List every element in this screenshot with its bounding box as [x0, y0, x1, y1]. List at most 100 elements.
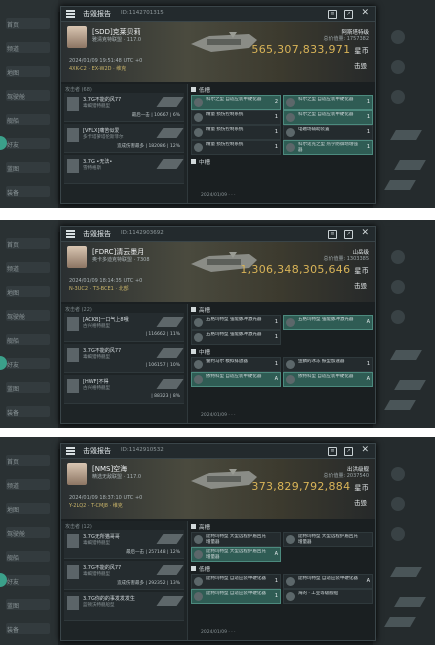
background-right-panel	[373, 0, 435, 208]
close-icon[interactable]: ✕	[361, 228, 369, 238]
attacker-row[interactable]: [VFLX]痛苦似爱 多卡塔萝塔伦斯菲尔 造成伤害最多 | 182086 | 12%	[64, 124, 184, 153]
background-right-panel	[373, 220, 435, 428]
background-round-icon[interactable]	[391, 60, 405, 74]
attacker-corp: 蓝顿沃特舰船型	[83, 603, 115, 608]
fitting-item[interactable]: 科尔之型 自适应装甲硬化器 2	[191, 95, 281, 110]
background-ship-icon	[384, 400, 416, 410]
background-sidebar-label: 蓝图	[7, 386, 20, 393]
module-icon	[194, 333, 203, 342]
background-round-icon[interactable]	[391, 280, 405, 294]
panel-footer: 2024/01/09 · · ·	[201, 630, 236, 635]
background-sidebar-label: 频道	[7, 483, 20, 490]
attacker-row[interactable]: 3.7G你的的事发发发生 蓝顿沃特舰船型	[64, 592, 184, 621]
module-icon	[194, 143, 203, 152]
module-name: 五格玛特型 强能脉冲激光器	[298, 317, 354, 322]
module-name: 庞特玛特型 大型远程护盾回充增量器	[298, 534, 358, 545]
attacker-row[interactable]: [ACKB]一口气上8哦 古兴格特舰型 | 116662 | 11%	[64, 313, 184, 342]
kill-report-panel: 击毁报告 ID:1142903692 ≡ ↗ ✕ [FDRC]清云墨月 奥卡多迪克特联盟 ·…	[60, 226, 376, 424]
module-mark: A	[366, 376, 370, 382]
attacker-name: 3.7G不能的风77	[83, 565, 122, 571]
fitting-item[interactable]: 庞特玛特型 大型远程护盾回充增量器	[283, 532, 373, 547]
background-round-icon[interactable]	[391, 250, 405, 264]
fitting-item[interactable]: 庞特玛特型 自适应装甲硬化器 A	[283, 574, 373, 589]
screenshot-1: 30首页频道地图驾驶舱舰船好友蓝图装备击毁报告ID:1142701315≡↗✕[…	[0, 0, 435, 208]
attacker-row[interactable]: 3.7G不能的风77 毒蝎猎特舰型 造成伤害最多 | 292352 | 13%	[64, 561, 184, 590]
report-id: ID:1142903692	[121, 230, 164, 236]
kill-location[interactable]: 4XK-C2 · EX-W2D · 维克	[69, 65, 126, 72]
share-icon[interactable]: ≡	[328, 10, 337, 19]
victim-avatar[interactable]	[67, 463, 87, 485]
background-round-icon[interactable]	[391, 527, 405, 541]
victim-banner: [NMS]空海 精选无敌联盟 · 117.0 2024/01/09 18:37:10…	[61, 459, 375, 519]
menu-icon[interactable]	[66, 230, 75, 238]
fitting-item[interactable]: 鱼鳞的冰冻 振型加速器 1	[283, 357, 373, 372]
background-round-icon[interactable]	[391, 497, 405, 511]
fitting-item[interactable]: 庞特玛特型 大型远程护盾回充增量器	[191, 532, 281, 547]
attacker-row[interactable]: 3.7G不能的风77 毒蝎猎特舰型 最后一击 | 10667 | 6%	[64, 93, 184, 122]
export-icon[interactable]: ↗	[344, 447, 353, 456]
attacker-row[interactable]: [HWF]不得 古兴格特舰型 | 88323 | 8%	[64, 375, 184, 404]
attacker-name: 3.7G你的的事发发发生	[83, 596, 135, 602]
close-icon[interactable]: ✕	[361, 8, 369, 18]
background-sidebar-label: 蓝图	[7, 166, 20, 173]
background-round-icon[interactable]	[391, 30, 405, 44]
background-round-icon[interactable]	[391, 90, 405, 104]
fitting-item[interactable]: 精量 损伤控制系统 1	[191, 110, 281, 125]
export-icon[interactable]: ↗	[344, 230, 353, 239]
victim-corp: 雅清克特联盟 · 117.0	[92, 37, 142, 43]
slot-icon	[191, 159, 196, 164]
attacker-row[interactable]: 3.7G不能的风77 毒蝎猎特舰型 | 106157 | 10%	[64, 344, 184, 373]
menu-icon[interactable]	[66, 10, 75, 18]
module-icon	[286, 128, 295, 137]
fitting-item[interactable]: 五格玛特型 强能脉冲激光器 1	[191, 315, 281, 330]
menu-icon[interactable]	[66, 447, 75, 455]
fitting-item[interactable]: 科尔诺克之型 热学防御场增强器 1	[283, 140, 373, 155]
fitting-item[interactable]: 科尔之型 自适应装甲硬化器 1	[283, 110, 373, 125]
export-icon[interactable]: ↗	[344, 10, 353, 19]
background-sidebar-label: 频道	[7, 266, 20, 273]
victim-avatar[interactable]	[67, 246, 87, 268]
module-icon	[194, 98, 203, 107]
background-sidebar-label: 好友	[7, 362, 20, 369]
background-sidebar: 首页 频道 地图 驾驶舱 舰船 好友 蓝图 装备	[0, 437, 58, 645]
fitting-item[interactable]: 依特科型 自适应装甲硬化器 A	[283, 372, 373, 387]
fitting-item[interactable]: 电磁场辅助装置 1	[283, 125, 373, 140]
attacker-name: 3.7G无所猫哥哥	[83, 534, 120, 540]
module-name: 依特科型 自适应装甲硬化器	[298, 374, 354, 379]
background-right-panel	[373, 437, 435, 645]
slot-section-label: 低槽	[191, 86, 210, 94]
fitting-item[interactable]: 誓约马尔 模拟排放器 1	[191, 357, 281, 372]
ship-image	[189, 30, 259, 56]
module-mark: 1	[274, 129, 278, 135]
attacker-row[interactable]: 3.7G无所猫哥哥 毒蝎猎特舰型 最后一击 | 257148 | 12%	[64, 530, 184, 559]
share-icon[interactable]: ≡	[328, 230, 337, 239]
attacker-row[interactable]: 3.7G •无法• 雪特格斯	[64, 155, 184, 184]
kill-location[interactable]: N-3UC2 · T3-BCE1 · 北部	[69, 285, 129, 292]
fitting-item[interactable]: 五格玛特型 强能脉冲激光器 A	[283, 315, 373, 330]
module-icon	[286, 143, 295, 152]
isk-value: 1,306,348,305,646 星币	[240, 263, 369, 276]
fitting-item[interactable]: 精量 损伤控制系统 1	[191, 140, 281, 155]
fitting-item[interactable]: 五格玛特型 强能脉冲激光器 1	[191, 330, 281, 345]
kill-location[interactable]: Y-2LQ2 · T-CMJ8 · 维克	[69, 502, 123, 509]
close-icon[interactable]: ✕	[361, 445, 369, 455]
fitting-item[interactable]: 依特科型 自适应装甲硬化器 A	[191, 372, 281, 387]
fitting-item[interactable]: 精量 损伤控制系统 1	[191, 125, 281, 140]
victim-avatar[interactable]	[67, 26, 87, 48]
victim-banner: [FDRC]清云墨月 奥卡多迪克特联盟 · 7308 2024/01/09 18:1…	[61, 242, 375, 302]
fitting-item[interactable]: 海的 · 工业等级舰船	[283, 589, 373, 604]
background-round-icon[interactable]	[391, 310, 405, 324]
module-name: 科尔诺克之型 热学防御场增强器	[298, 142, 358, 153]
background-round-icon[interactable]	[391, 467, 405, 481]
fitting-item[interactable]: 庞特玛特型 大型远程护盾回充增量器 A	[191, 547, 281, 562]
background-sidebar-label: 装备	[7, 410, 20, 417]
attacker-portrait	[67, 97, 79, 111]
fitting-item[interactable]: 庞特玛特型 自适应装甲硬化器 1	[191, 589, 281, 604]
fitting-item[interactable]: 庞特玛特型 自适应装甲硬化器 1	[191, 574, 281, 589]
kill-report-panel: 击毁报告 ID:1142910532 ≡ ↗ ✕ [NMS]空海 精选无敌联盟 · 117.…	[60, 443, 376, 641]
share-icon[interactable]: ≡	[328, 447, 337, 456]
slot-name: 低槽	[199, 88, 211, 94]
module-icon	[286, 113, 295, 122]
attacker-ship-icon	[156, 534, 184, 544]
fitting-item[interactable]: 科尔之型 自适应装甲硬化器 1	[283, 95, 373, 110]
